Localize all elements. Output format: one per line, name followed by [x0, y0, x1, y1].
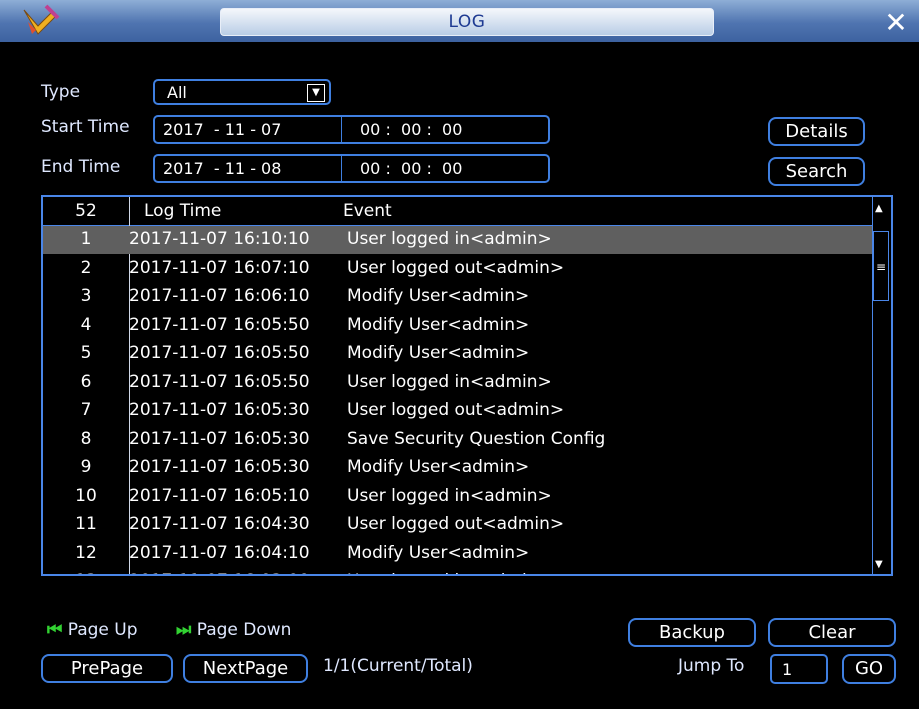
- scroll-up-icon[interactable]: ▲: [875, 203, 883, 214]
- row-event: User logged in<admin>: [347, 229, 552, 249]
- row-event: User logged out<admin>: [347, 514, 565, 534]
- table-row[interactable]: 132017-11-07 16:03:00 User logged in<admi…: [43, 568, 875, 574]
- record-count: 52: [75, 201, 97, 221]
- row-event: User logged out<admin>: [347, 257, 565, 278]
- page-up-control[interactable]: ⏮ Page Up: [47, 620, 138, 640]
- row-event: Modify User<admin>: [347, 457, 530, 477]
- row-log-time: 2017-11-07 16:03:00: [129, 571, 310, 574]
- row-log-time: 2017-11-07 16:07:10: [129, 257, 310, 278]
- row-log-time: 2017-11-07 16:05:30: [129, 428, 310, 449]
- jump-to-value: 1: [782, 660, 793, 679]
- jump-to-label: Jump To: [678, 656, 745, 676]
- scrollbar[interactable]: ▲ ≡ ▼: [872, 197, 891, 574]
- page-down-control[interactable]: ⏭ Page Down: [176, 620, 291, 640]
- row-log-time: 2017-11-07 16:04:30: [129, 514, 310, 534]
- event-header[interactable]: Event: [343, 201, 392, 221]
- row-log-time: 2017-11-07 16:05:10: [129, 485, 310, 506]
- row-number: 10: [75, 485, 97, 506]
- row-log-time: 2017-11-07 16:05:30: [129, 400, 310, 420]
- row-number: 13: [43, 571, 129, 574]
- page-up-label: Page Up: [67, 620, 138, 640]
- log-window: LOG ✕ Type All ▼ Start Time 2017 - 11 - …: [0, 0, 919, 709]
- row-event: Save Security Question Config: [347, 428, 606, 449]
- table-row[interactable]: 2 2017-11-07 16:07:10 User logged out<admi…: [43, 255, 875, 283]
- row-number: 1: [80, 229, 92, 249]
- end-time-label: End Time: [41, 157, 121, 177]
- end-time-value: 00 : 00 : 00: [360, 159, 463, 178]
- page-status: 1/1(Current/Total): [323, 656, 473, 676]
- row-event: Modify User<admin>: [347, 542, 530, 563]
- table-row[interactable]: 8 2017-11-07 16:05:30 Save Security Questi…: [43, 426, 875, 454]
- scroll-down-icon[interactable]: ▼: [875, 559, 883, 570]
- jump-to-input[interactable]: 1: [770, 654, 828, 684]
- row-number: 6: [80, 371, 92, 392]
- start-date-value: 2017 - 11 - 07: [163, 120, 282, 139]
- table-row[interactable]: 1 2017-11-07 16:10:10 User logged in<admin…: [43, 226, 875, 254]
- type-select[interactable]: All ▼: [153, 79, 331, 105]
- type-label: Type: [41, 82, 81, 102]
- search-button[interactable]: Search: [768, 157, 865, 186]
- start-time-value: 00 : 00 : 00: [360, 120, 463, 139]
- row-number: 8: [80, 428, 92, 449]
- chevron-down-icon[interactable]: ▼: [307, 84, 325, 102]
- row-log-time: 2017-11-07 16:05:50: [129, 343, 310, 363]
- table-row[interactable]: 4 2017-11-07 16:05:50 Modify User<admin>: [43, 312, 875, 340]
- row-log-time: 2017-11-07 16:04:10: [129, 542, 310, 563]
- row-log-time: 2017-11-07 16:05:30: [129, 457, 310, 477]
- table-row[interactable]: 3 2017-11-07 16:06:10 Modify User<admin>: [43, 283, 875, 311]
- prepage-button[interactable]: PrePage: [41, 654, 173, 683]
- log-time-header[interactable]: Log Time: [144, 201, 221, 221]
- page-down-icon: ⏭: [176, 620, 192, 640]
- page-up-icon: ⏮: [47, 620, 63, 640]
- table-row[interactable]: 6 2017-11-07 16:05:50 User logged in<admin…: [43, 369, 875, 397]
- backup-button[interactable]: Backup: [628, 618, 756, 647]
- row-number: 9: [80, 457, 92, 477]
- close-icon[interactable]: ✕: [883, 9, 909, 37]
- table-row[interactable]: 5 2017-11-07 16:05:50 Modify User<admin>: [43, 340, 875, 368]
- row-number: 5: [80, 343, 92, 363]
- type-value: All: [167, 83, 187, 102]
- go-button[interactable]: GO: [842, 654, 896, 684]
- row-event: User logged in<admin>: [347, 571, 552, 574]
- logo-icon: [23, 4, 60, 35]
- end-date-value: 2017 - 11 - 08: [163, 159, 282, 178]
- table-row[interactable]: 10 2017-11-07 16:05:10 User logged in<admi…: [43, 483, 875, 511]
- nextpage-button[interactable]: NextPage: [183, 654, 308, 683]
- start-time-label: Start Time: [41, 117, 130, 137]
- window-title: LOG: [448, 12, 486, 32]
- row-log-time: 2017-11-07 16:05:50: [129, 314, 310, 335]
- row-number: 4: [80, 314, 92, 335]
- page-down-label: Page Down: [196, 620, 292, 640]
- row-number: 11: [75, 514, 97, 534]
- title-bar: LOG ✕: [0, 0, 919, 42]
- clear-button[interactable]: Clear: [768, 618, 896, 647]
- row-log-time: 2017-11-07 16:10:10: [129, 229, 310, 249]
- row-event: User logged in<admin>: [347, 371, 552, 392]
- scroll-thumb[interactable]: ≡: [873, 231, 889, 301]
- row-number: 7: [80, 400, 92, 420]
- table-header: 52 Log Time Event: [43, 197, 875, 226]
- row-event: Modify User<admin>: [347, 343, 530, 363]
- row-number: 12: [75, 542, 97, 563]
- end-time-field[interactable]: 2017 - 11 - 08 00 : 00 : 00: [153, 154, 550, 183]
- row-event: User logged in<admin>: [347, 485, 552, 506]
- row-log-time: 2017-11-07 16:05:50: [129, 371, 310, 392]
- table-row[interactable]: 9 2017-11-07 16:05:30 Modify User<admin>: [43, 454, 875, 482]
- row-number: 2: [80, 257, 92, 278]
- table-row[interactable]: 7 2017-11-07 16:05:30 User logged out<admi…: [43, 397, 875, 425]
- details-button[interactable]: Details: [768, 117, 865, 146]
- row-number: 3: [80, 286, 92, 306]
- row-log-time: 2017-11-07 16:06:10: [129, 286, 310, 306]
- table-row[interactable]: 12 2017-11-07 16:04:10 Modify User<admin>: [43, 540, 875, 568]
- start-time-field[interactable]: 2017 - 11 - 07 00 : 00 : 00: [153, 115, 550, 144]
- log-table: 52 Log Time Event 1 2017-11-07 16:10:10 Us…: [41, 195, 893, 576]
- row-event: Modify User<admin>: [347, 314, 530, 335]
- row-event: Modify User<admin>: [347, 286, 530, 306]
- table-row[interactable]: 11 2017-11-07 16:04:30 User logged out<adm…: [43, 511, 875, 539]
- row-event: User logged out<admin>: [347, 400, 565, 420]
